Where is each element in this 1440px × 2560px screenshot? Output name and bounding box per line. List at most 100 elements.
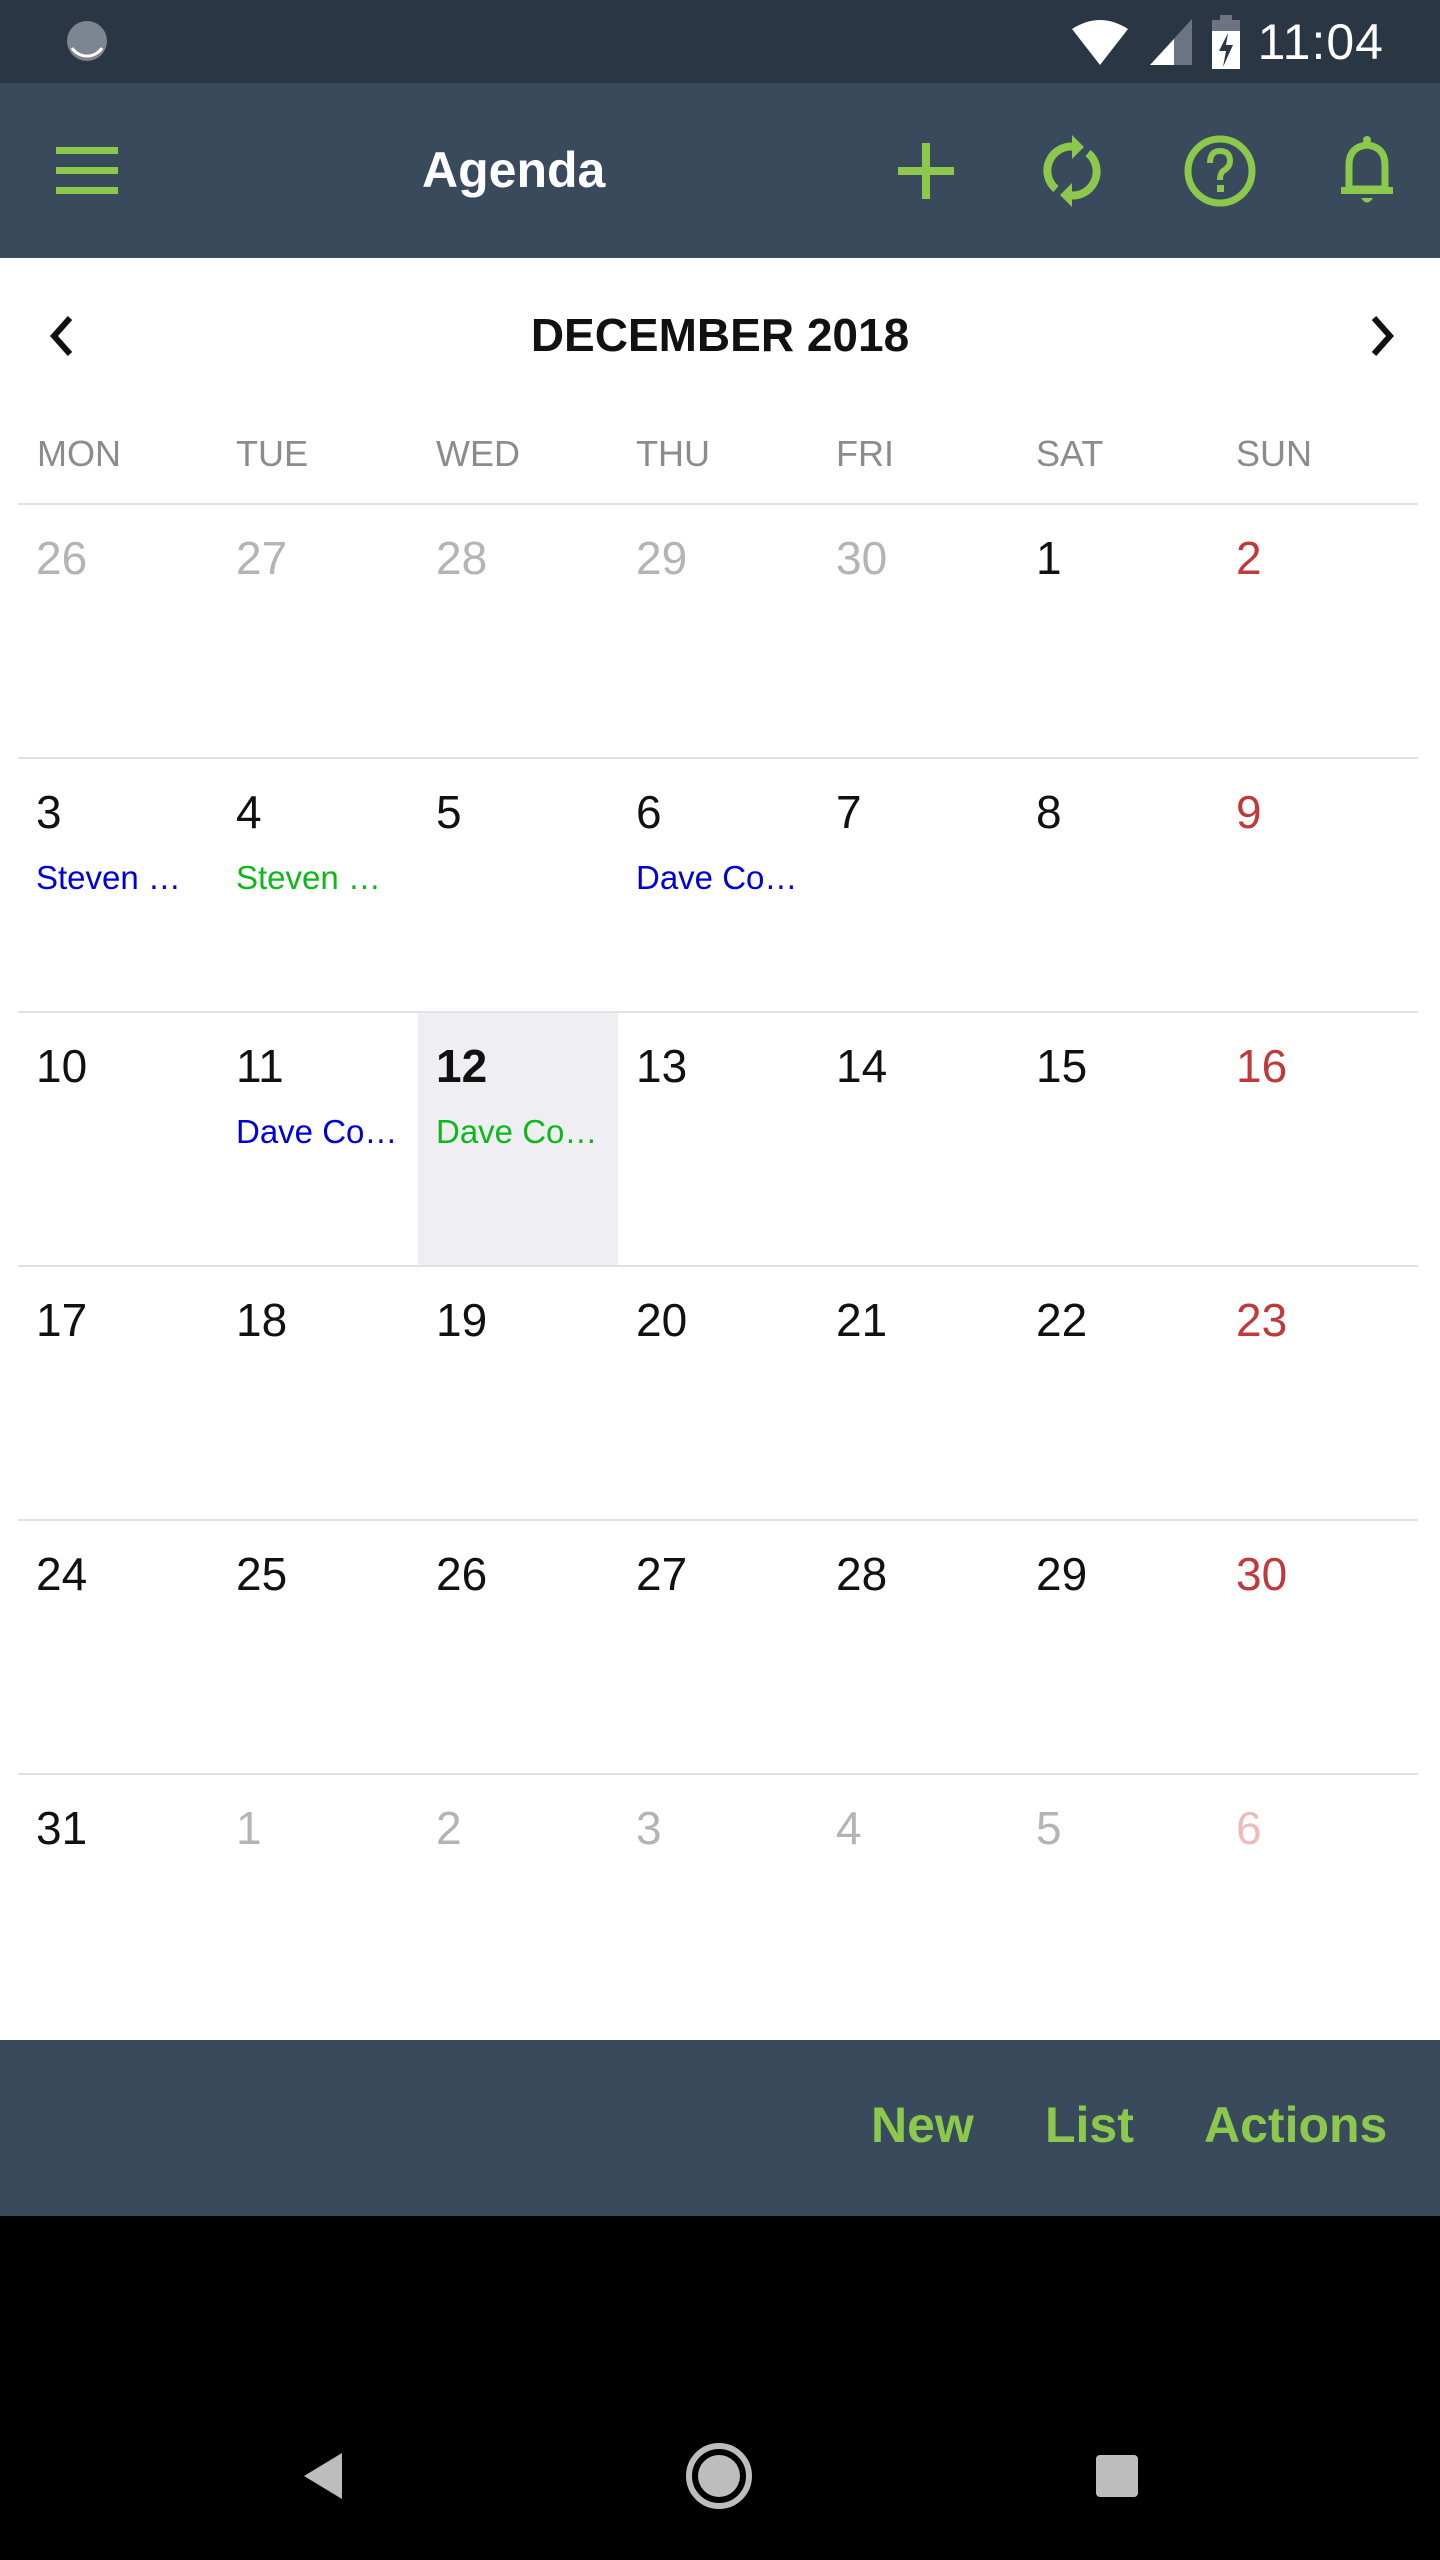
day-cell[interactable]: 30 (1218, 1521, 1418, 1773)
event-label[interactable]: Dave Co… (436, 1113, 606, 1151)
day-number: 23 (1236, 1294, 1288, 1346)
plus-icon[interactable] (886, 131, 966, 211)
day-cell[interactable]: 20 (618, 1267, 818, 1519)
event-label[interactable]: Dave Co… (636, 859, 806, 897)
day-number: 24 (36, 1548, 88, 1600)
day-number: 3 (36, 786, 62, 838)
day-cell[interactable]: 28 (418, 505, 618, 757)
day-number: 28 (836, 1548, 888, 1600)
weekday-header: MON TUE WED THU FRI SAT SUN (0, 403, 1440, 503)
day-cell[interactable]: 4 (818, 1775, 1018, 2027)
home-icon[interactable] (684, 2441, 754, 2511)
day-cell[interactable]: 13 (618, 1013, 818, 1265)
day-number: 15 (1036, 1040, 1088, 1092)
month-header: DECEMBER 2018 (0, 258, 1440, 403)
day-cell[interactable]: 5 (418, 759, 618, 1011)
day-number: 13 (636, 1040, 688, 1092)
day-cell[interactable]: 10 (18, 1013, 218, 1265)
day-cell[interactable]: 22 (1018, 1267, 1218, 1519)
list-button[interactable]: List (1045, 2096, 1134, 2154)
day-cell[interactable]: 16 (1218, 1013, 1418, 1265)
day-number: 1 (236, 1802, 262, 1854)
day-number: 6 (636, 786, 662, 838)
day-cell[interactable]: 14 (818, 1013, 1018, 1265)
day-cell[interactable]: 17 (18, 1267, 218, 1519)
day-number: 29 (636, 532, 688, 584)
day-number: 27 (236, 532, 288, 584)
actions-button[interactable]: Actions (1204, 2096, 1387, 2154)
bottom-action-bar: New List Actions (0, 2040, 1440, 2216)
day-number: 8 (1036, 786, 1062, 838)
day-cell[interactable]: 29 (1018, 1521, 1218, 1773)
day-cell[interactable]: 6 (1218, 1775, 1418, 2027)
day-cell-today[interactable]: 12 Dave Co… (418, 1013, 618, 1265)
day-cell[interactable]: 6 Dave Co… (618, 759, 818, 1011)
day-cell[interactable]: 30 (818, 505, 1018, 757)
day-cell[interactable]: 19 (418, 1267, 618, 1519)
day-cell[interactable]: 9 (1218, 759, 1418, 1011)
day-cell[interactable]: 1 (1018, 505, 1218, 757)
day-number: 4 (836, 1802, 862, 1854)
day-number: 4 (236, 786, 262, 838)
day-cell[interactable]: 29 (618, 505, 818, 757)
help-circle-icon[interactable] (1180, 131, 1260, 211)
event-label[interactable]: Steven … (236, 859, 406, 897)
day-cell[interactable]: 11 Dave Co… (218, 1013, 418, 1265)
sync-status-icon (67, 21, 107, 61)
day-number: 7 (836, 786, 862, 838)
day-cell[interactable]: 23 (1218, 1267, 1418, 1519)
event-label[interactable]: Steven … (36, 859, 206, 897)
day-cell[interactable]: 26 (18, 505, 218, 757)
day-cell[interactable]: 5 (1018, 1775, 1218, 2027)
day-cell[interactable]: 24 (18, 1521, 218, 1773)
day-number: 27 (636, 1548, 688, 1600)
day-cell[interactable]: 28 (818, 1521, 1018, 1773)
day-cell[interactable]: 3 Steven … (18, 759, 218, 1011)
new-button[interactable]: New (871, 2096, 974, 2154)
battery-charging-icon (1211, 14, 1240, 69)
day-cell[interactable]: 7 (818, 759, 1018, 1011)
status-bar: 11:04 (0, 0, 1440, 83)
weekday-label: MON (37, 433, 121, 474)
day-cell[interactable]: 27 (618, 1521, 818, 1773)
day-number: 31 (36, 1802, 88, 1854)
day-number: 26 (436, 1548, 488, 1600)
day-number: 25 (236, 1548, 288, 1600)
day-cell[interactable]: 4 Steven … (218, 759, 418, 1011)
day-cell[interactable]: 18 (218, 1267, 418, 1519)
cellular-signal-icon (1149, 18, 1192, 65)
day-number: 2 (1236, 532, 1262, 584)
day-number: 2 (436, 1802, 462, 1854)
event-label[interactable]: Dave Co… (236, 1113, 406, 1151)
recents-icon[interactable] (1082, 2441, 1152, 2511)
day-cell[interactable]: 1 (218, 1775, 418, 2027)
day-cell[interactable]: 3 (618, 1775, 818, 2027)
day-cell[interactable]: 21 (818, 1267, 1018, 1519)
weekday-label: FRI (836, 433, 894, 474)
day-cell[interactable]: 8 (1018, 759, 1218, 1011)
bell-icon[interactable] (1327, 131, 1407, 211)
day-number: 21 (836, 1294, 888, 1346)
clock: 11:04 (1257, 13, 1384, 70)
day-cell[interactable]: 26 (418, 1521, 618, 1773)
page-title: Agenda (422, 142, 606, 198)
day-cell[interactable]: 25 (218, 1521, 418, 1773)
day-number: 3 (636, 1802, 662, 1854)
day-number: 12 (436, 1040, 488, 1092)
day-number: 22 (1036, 1294, 1088, 1346)
day-cell[interactable]: 31 (18, 1775, 218, 2027)
weekday-label: SAT (1036, 433, 1104, 474)
day-number: 6 (1236, 1802, 1262, 1854)
app-bar: Agenda (0, 83, 1440, 258)
day-cell[interactable]: 27 (218, 505, 418, 757)
day-number: 28 (436, 532, 488, 584)
day-number: 14 (836, 1040, 888, 1092)
day-number: 19 (436, 1294, 488, 1346)
day-cell[interactable]: 15 (1018, 1013, 1218, 1265)
day-cell[interactable]: 2 (1218, 505, 1418, 757)
sync-icon[interactable] (1032, 131, 1112, 211)
day-cell[interactable]: 2 (418, 1775, 618, 2027)
hamburger-menu-icon[interactable] (52, 143, 122, 199)
back-icon[interactable] (290, 2441, 360, 2511)
chevron-right-icon[interactable] (1350, 306, 1410, 366)
